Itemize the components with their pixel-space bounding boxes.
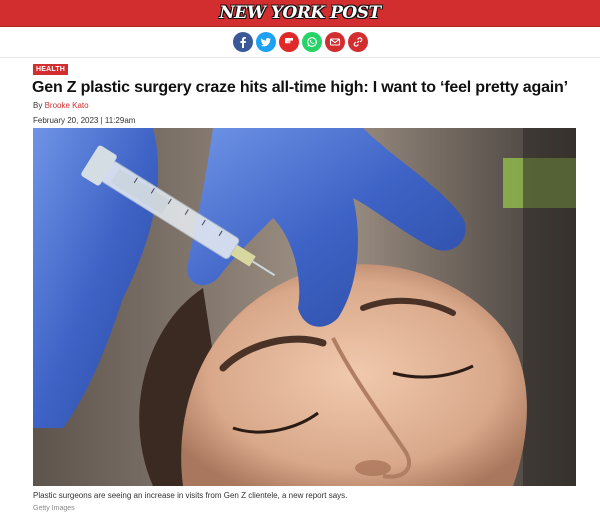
section-tag[interactable]: HEALTH [33,64,69,75]
article-headline: Gen Z plastic surgery craze hits all-tim… [32,79,568,96]
copy-link-button[interactable] [347,32,368,52]
injection-photo [33,128,576,486]
twitter-share-button[interactable] [255,32,276,52]
whatsapp-share-button[interactable] [301,32,322,52]
facebook-icon [239,37,246,48]
flipboard-icon [284,38,293,44]
link-icon [353,37,362,47]
author-link[interactable]: Brooke Kato [45,101,89,110]
photo-credit: Getty Images [33,505,75,512]
email-share-button[interactable] [324,32,345,52]
photo-caption: Plastic surgeons are seeing an increase … [33,491,348,500]
facebook-share-button[interactable] [232,32,253,52]
flipboard-share-button[interactable] [278,32,299,52]
masthead-bar: NEW YORK POST [0,0,600,27]
share-bar [0,32,600,54]
header-divider [0,57,600,58]
byline: By Brooke Kato [33,101,89,111]
byline-prefix: By [33,101,45,110]
article-photo [33,128,576,486]
whatsapp-icon [306,37,317,47]
site-logo[interactable]: NEW YORK POST [0,2,600,24]
publish-date: February 20, 2023 | 11:29am [33,116,136,125]
email-icon [329,38,340,46]
twitter-icon [260,38,271,47]
